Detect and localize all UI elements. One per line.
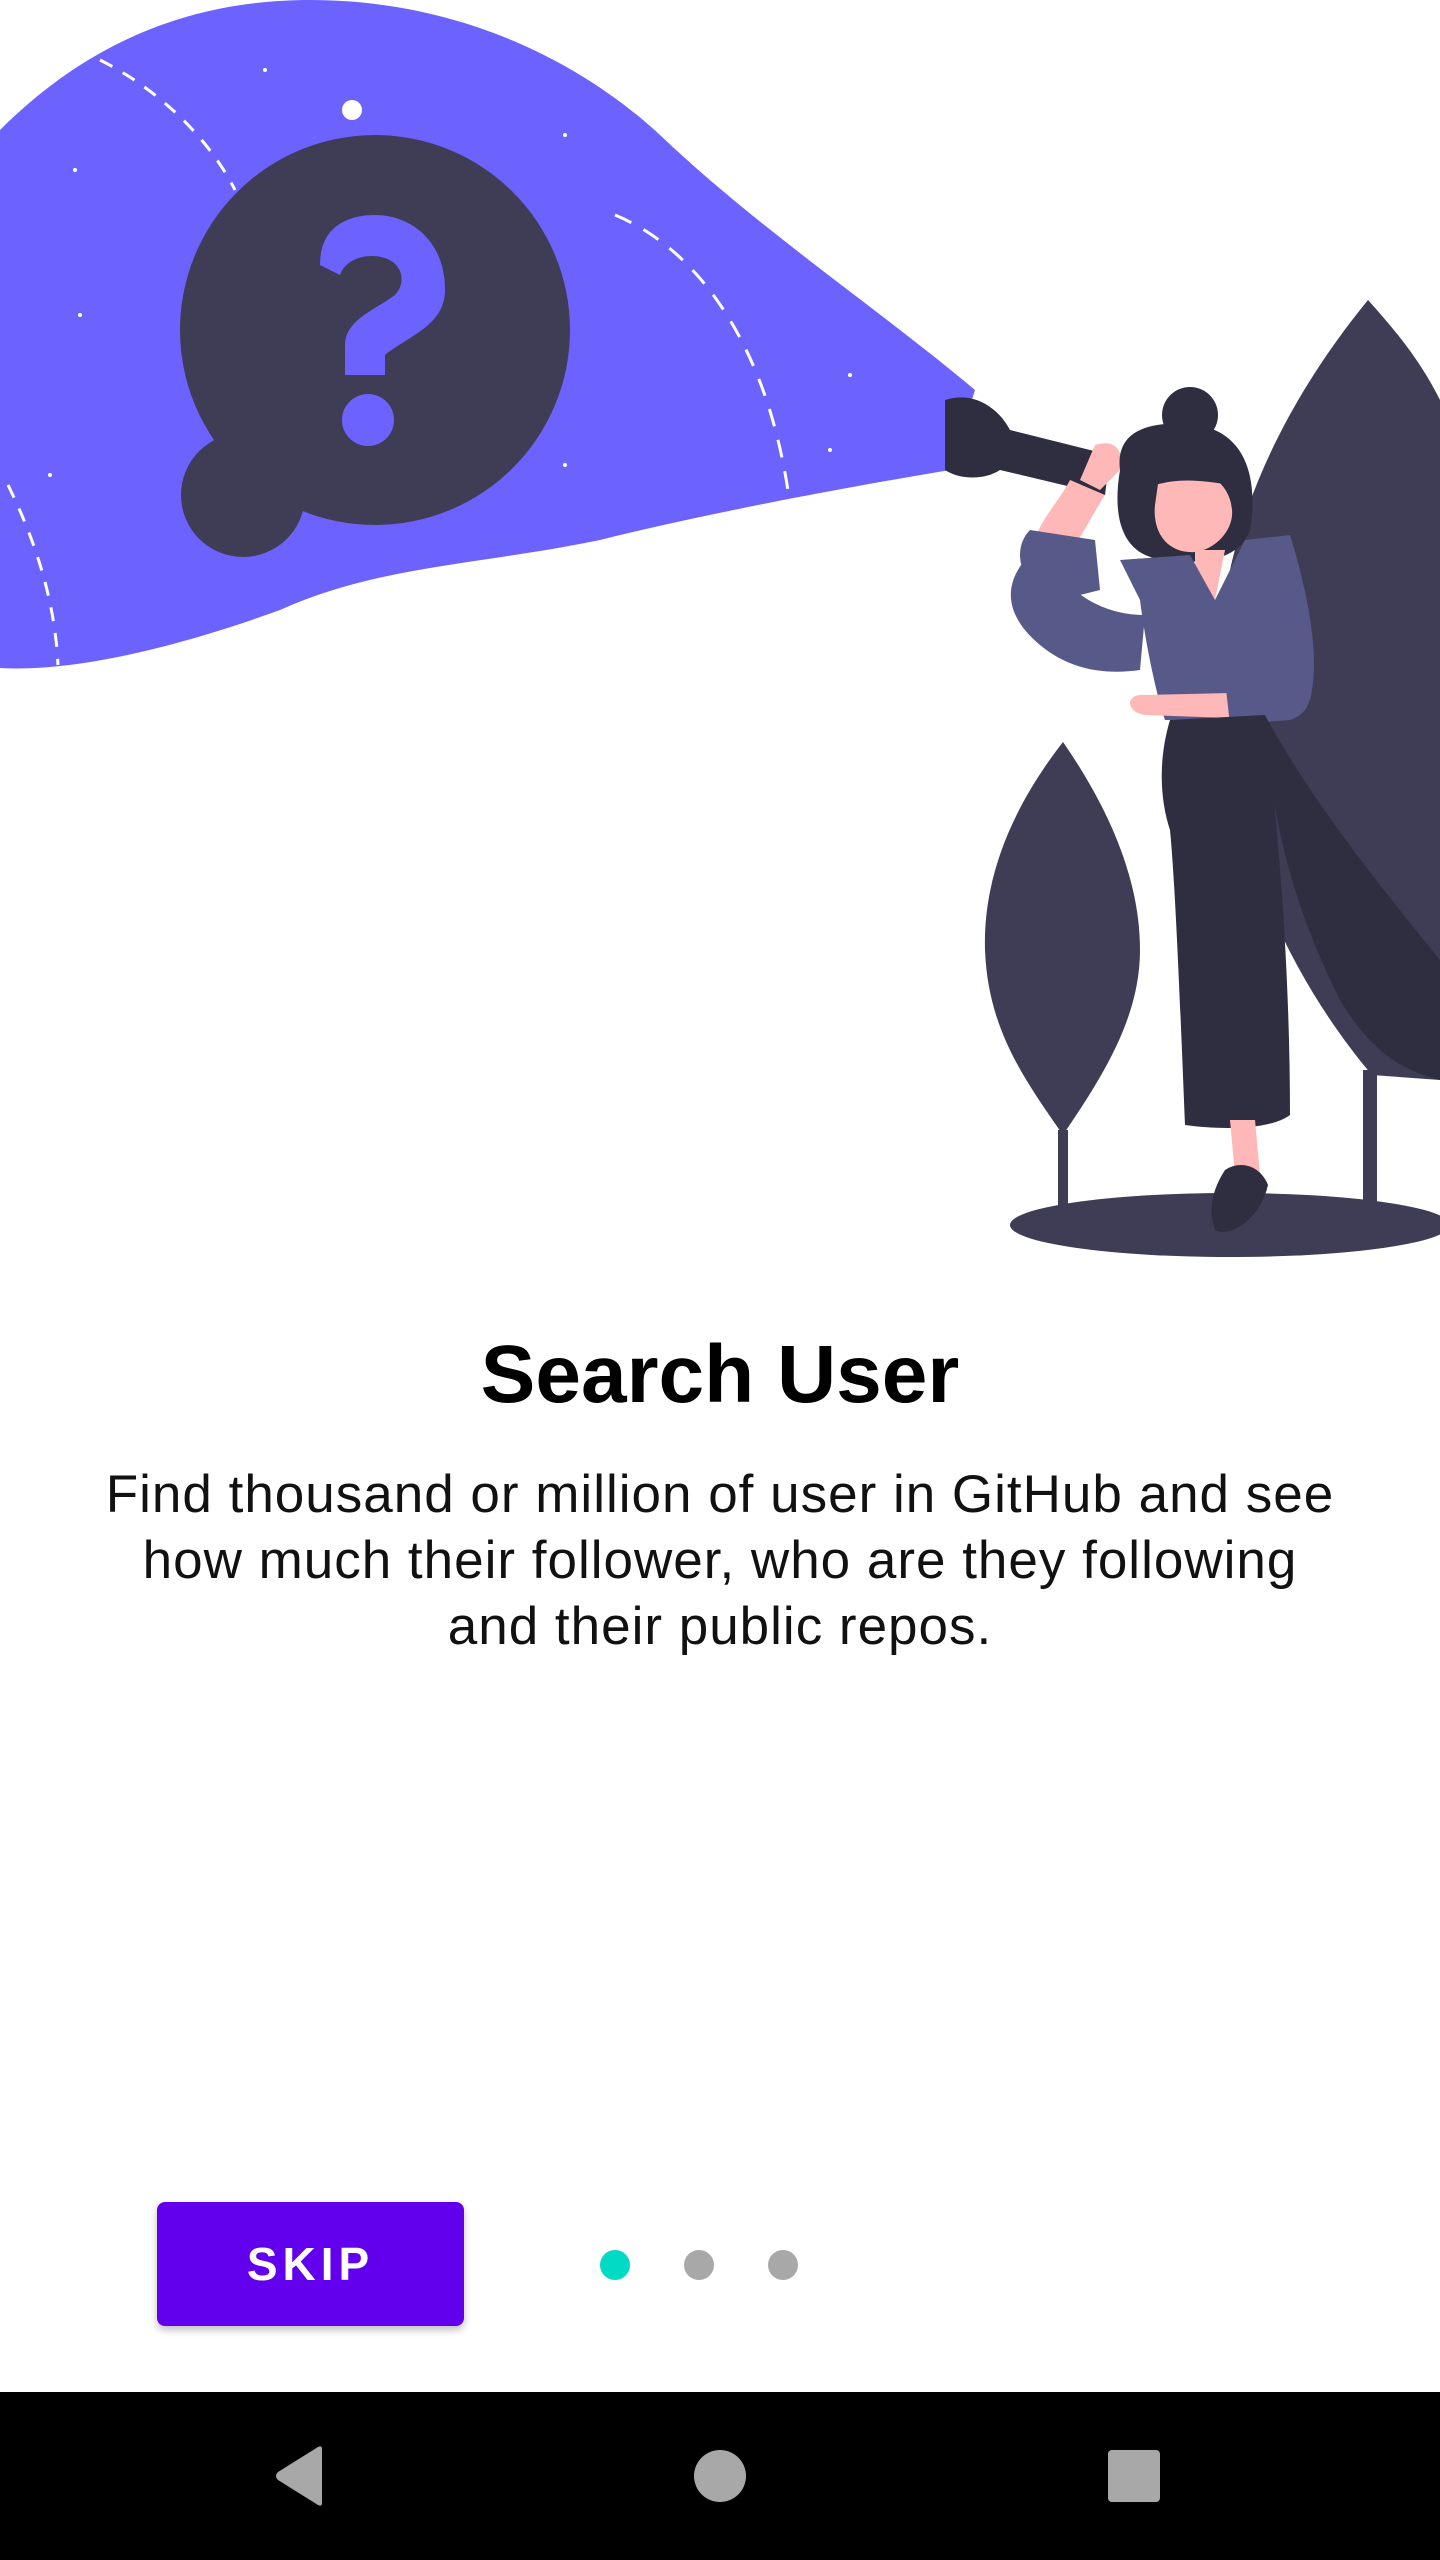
back-triangle-icon — [276, 2446, 322, 2506]
page-dot-1[interactable] — [600, 2250, 630, 2280]
recents-square-icon — [1108, 2450, 1160, 2502]
onboarding-screen: Search User Find thousand or million of … — [0, 0, 1440, 2560]
home-circle-icon — [694, 2450, 746, 2502]
nav-recents-button[interactable] — [1074, 2416, 1194, 2536]
page-description: Find thousand or million of user in GitH… — [105, 1465, 1335, 1656]
system-navigation-bar — [0, 2392, 1440, 2560]
nav-home-button[interactable] — [660, 2416, 780, 2536]
nav-back-button[interactable] — [240, 2416, 360, 2536]
page-indicator — [600, 2250, 798, 2280]
page-dot-2[interactable] — [684, 2250, 714, 2280]
page-title: Search User — [480, 1329, 960, 1420]
search-illustration — [0, 0, 1440, 1257]
page-dot-3[interactable] — [768, 2250, 798, 2280]
skip-button[interactable]: SKIP — [157, 2202, 464, 2326]
